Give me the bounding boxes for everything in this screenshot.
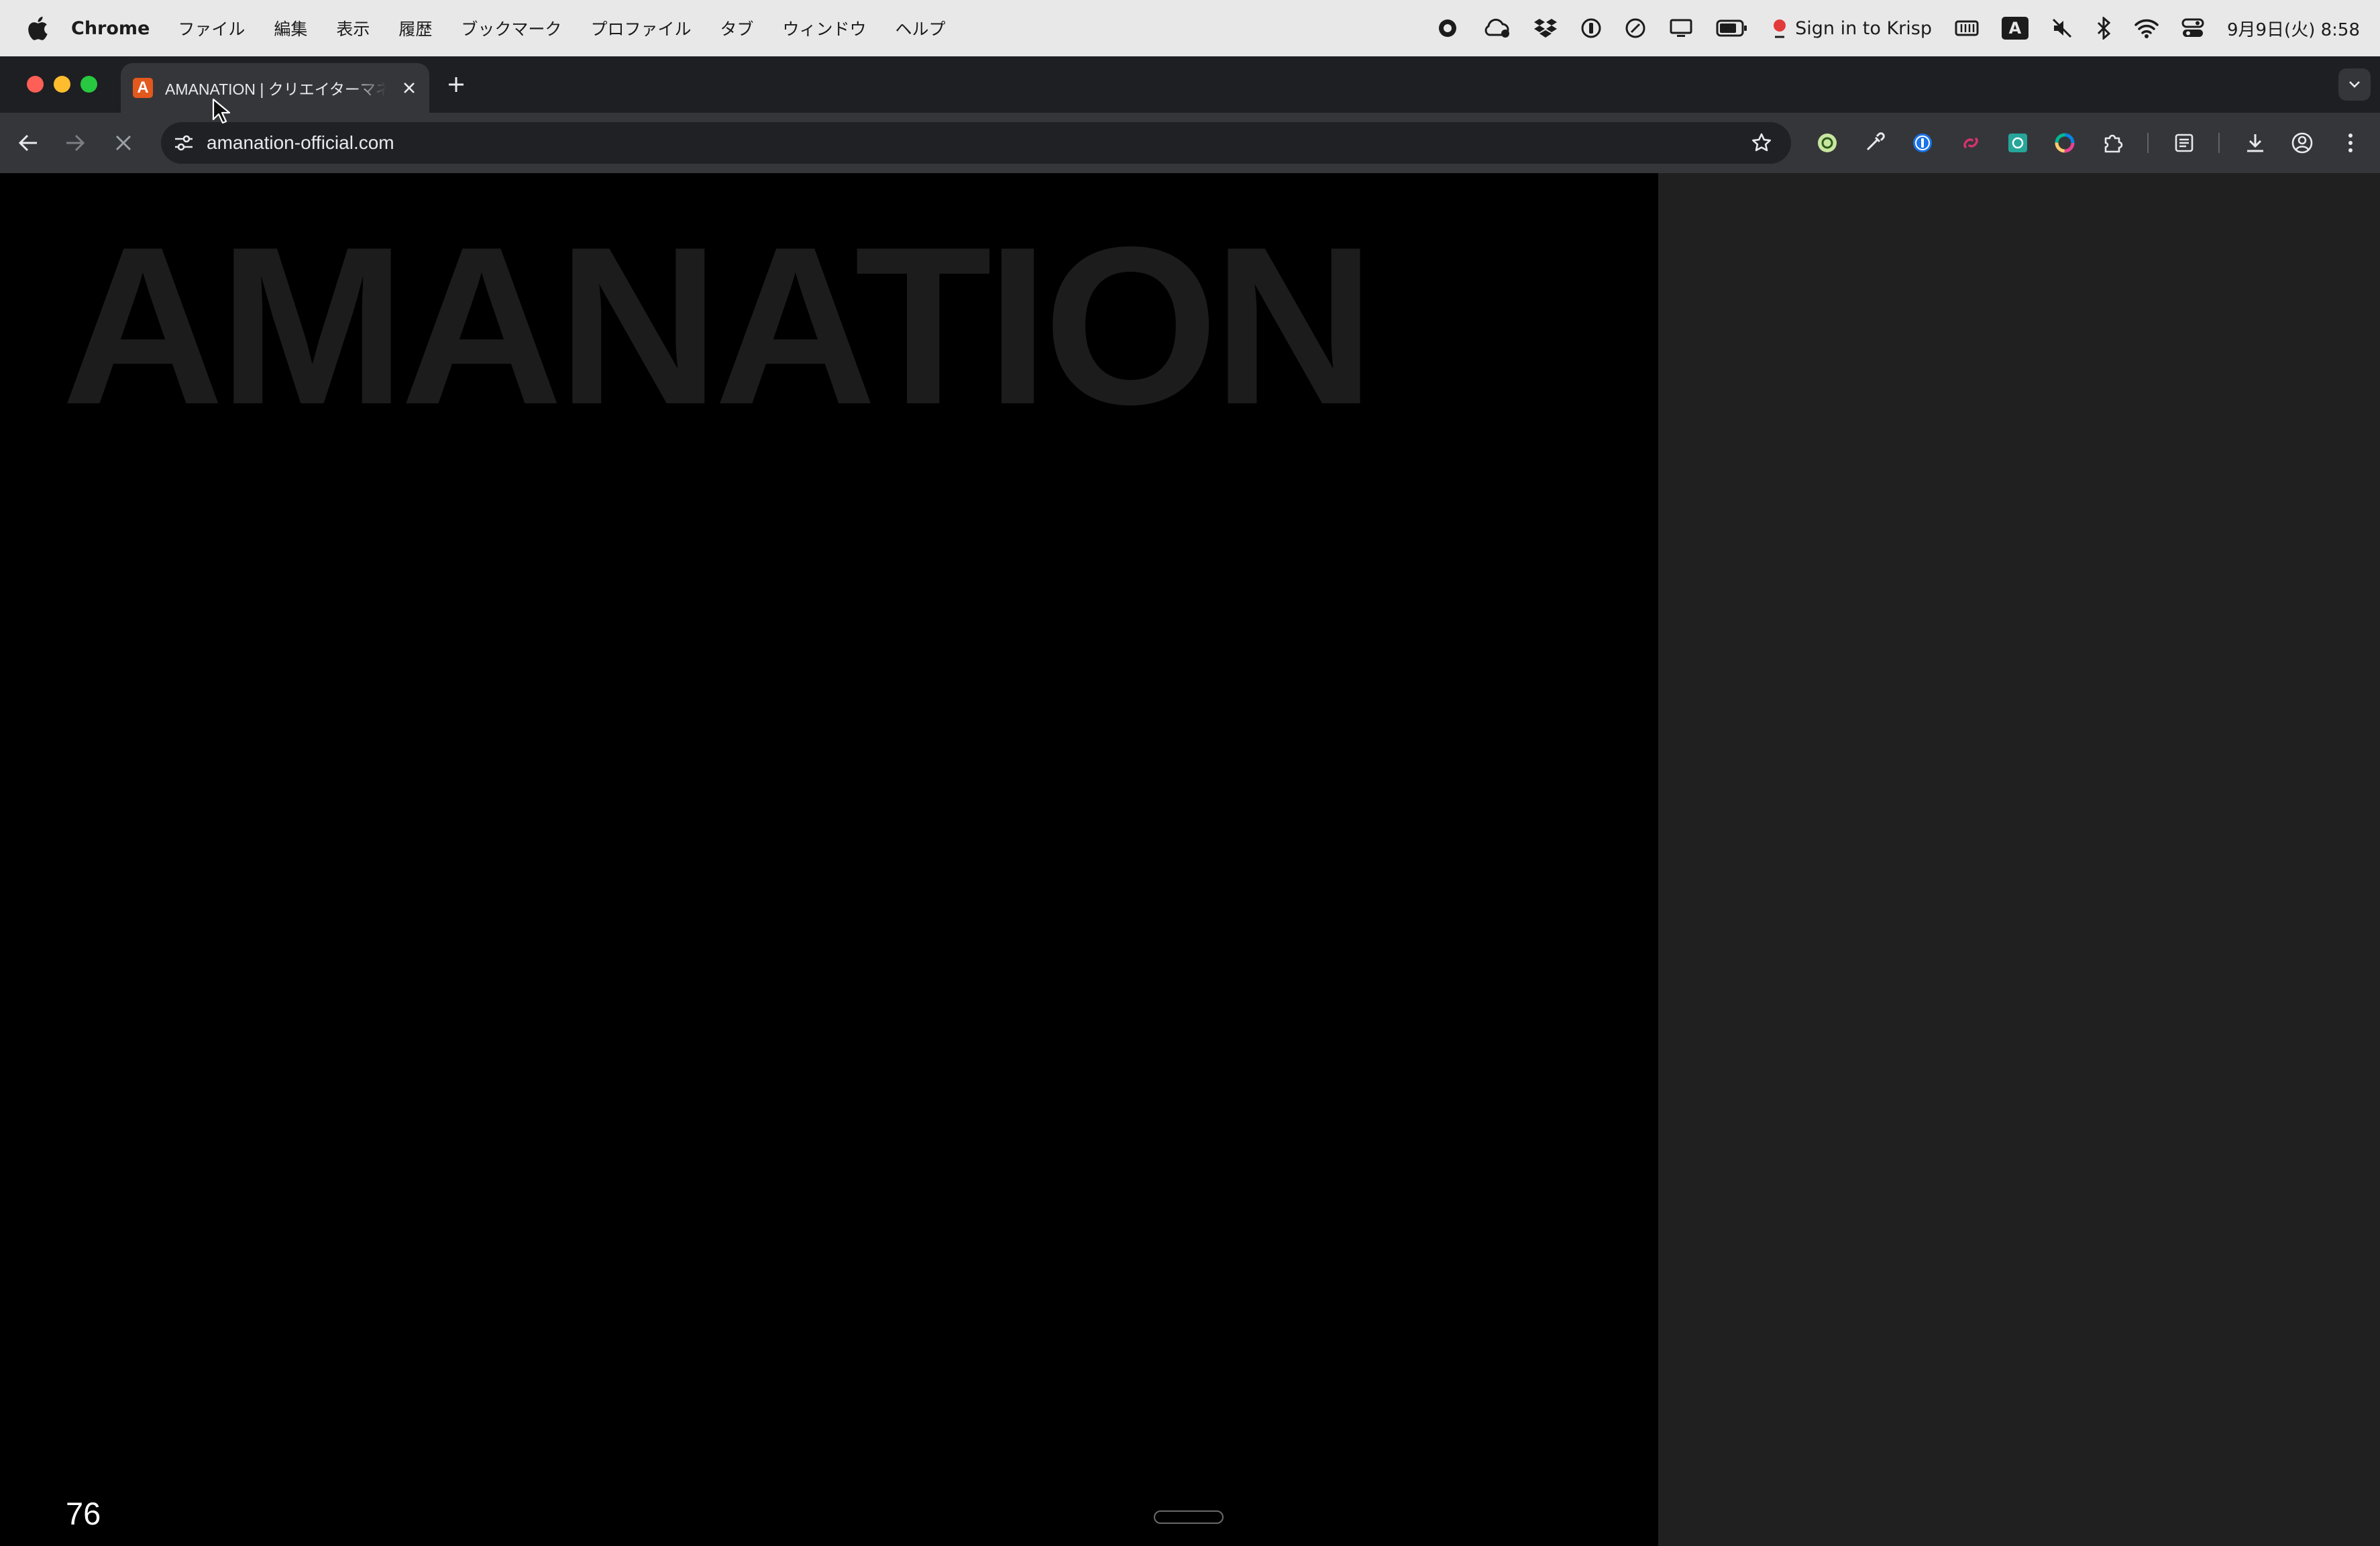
- menu-bar-clock[interactable]: 9月9日(火) 8:58: [2227, 0, 2360, 56]
- bluetooth-icon[interactable]: [2096, 0, 2112, 56]
- toolbar-divider: [2218, 133, 2220, 153]
- menu-tab[interactable]: タブ: [720, 16, 753, 40]
- menu-window[interactable]: ウィンドウ: [782, 16, 866, 40]
- menu-history[interactable]: 履歴: [398, 16, 432, 40]
- krisp-icon: [1774, 19, 1786, 38]
- tab-amanation[interactable]: A AMANATION | クリエイターマネジメント: [121, 63, 429, 113]
- menu-app-chrome[interactable]: Chrome: [71, 18, 150, 39]
- reading-list-icon[interactable]: [2172, 131, 2196, 155]
- chrome-window: A AMANATION | クリエイターマネジメント amanation-of: [0, 56, 2380, 1546]
- wifi-icon[interactable]: [2134, 0, 2159, 56]
- color-wheel-icon[interactable]: [2053, 131, 2077, 155]
- amanation-loading-screen: AMANATION 76: [0, 173, 1658, 1546]
- apple-menu-icon[interactable]: [24, 13, 50, 44]
- url-text: amanation-official.com: [207, 132, 394, 153]
- amanation-favicon-icon: A: [133, 78, 153, 98]
- krisp-status[interactable]: Sign in to Krisp: [1771, 0, 1932, 56]
- download-icon[interactable]: [2243, 131, 2267, 155]
- tab-close-icon[interactable]: [401, 80, 417, 96]
- 1password-extension-icon[interactable]: [1910, 131, 1935, 155]
- 1password-icon[interactable]: [1580, 0, 1602, 56]
- extension-green-circle-icon[interactable]: [1815, 131, 1839, 155]
- menu-help[interactable]: ヘルプ: [895, 16, 945, 40]
- chevron-down-icon: [2349, 81, 2360, 88]
- profile-avatar-icon[interactable]: [2290, 131, 2314, 155]
- extensions-puzzle-icon[interactable]: [2101, 131, 2125, 155]
- cloud-sync-icon[interactable]: [1481, 0, 1511, 56]
- hero-logo-text: AMANATION: [62, 200, 1375, 451]
- eyedropper-icon[interactable]: [1862, 131, 1886, 155]
- forward-button[interactable]: [63, 131, 87, 155]
- control-center-icon[interactable]: [2181, 0, 2204, 56]
- scroll-indicator: [1154, 1510, 1224, 1524]
- tab-search-button[interactable]: [2338, 68, 2371, 101]
- teal-extension-icon[interactable]: [2006, 131, 2030, 155]
- more-menu-icon[interactable]: [2338, 131, 2363, 155]
- battery-icon[interactable]: [1716, 0, 1748, 56]
- close-icon: [115, 135, 131, 151]
- toolbar-divider: [2147, 133, 2149, 153]
- loading-counter: 76: [66, 1496, 101, 1531]
- krisp-sign-in-label: Sign in to Krisp: [1795, 17, 1932, 39]
- stop-loading-button[interactable]: [111, 131, 136, 155]
- page-viewport: AMANATION 76: [0, 173, 2380, 1546]
- screen-record-icon[interactable]: [1437, 0, 1458, 56]
- input-source-icon[interactable]: A: [2001, 0, 2029, 56]
- moon-focus-icon[interactable]: [1625, 0, 1646, 56]
- tab-strip: A AMANATION | クリエイターマネジメント: [0, 56, 2380, 113]
- menu-profiles[interactable]: プロファイル: [590, 16, 691, 40]
- address-bar[interactable]: amanation-official.com: [161, 122, 1791, 164]
- new-tab-button[interactable]: [444, 72, 468, 97]
- display-icon[interactable]: [1669, 0, 1693, 56]
- close-window-button[interactable]: [27, 76, 44, 93]
- input-source-label: A: [2001, 17, 2029, 40]
- site-info-tune-icon[interactable]: [170, 130, 197, 156]
- menu-view[interactable]: 表示: [336, 16, 370, 40]
- tab-title: AMANATION | クリエイターマネジメント: [165, 81, 386, 98]
- arrow-right-icon: [66, 134, 85, 152]
- menu-bookmarks[interactable]: ブックマーク: [461, 16, 561, 40]
- link-extension-icon[interactable]: [1959, 131, 1983, 155]
- browser-toolbar: amanation-official.com: [0, 113, 2380, 173]
- dropbox-icon[interactable]: [1533, 0, 1558, 56]
- bookmark-star-icon[interactable]: [1749, 131, 1774, 155]
- menu-edit[interactable]: 編集: [274, 16, 307, 40]
- menu-file[interactable]: ファイル: [178, 16, 245, 40]
- side-panel-blank: [1658, 173, 2380, 1546]
- menu-bar-status-area: Sign in to Krisp A 9月9日(火) 8:58: [1414, 0, 2360, 56]
- mouse-cursor-icon: [212, 98, 231, 124]
- minimize-window-button[interactable]: [54, 76, 70, 93]
- arrow-left-icon: [18, 134, 37, 152]
- memory-icon[interactable]: [1955, 0, 1979, 56]
- macos-menu-bar: Chrome ファイル 編集 表示 履歴 ブックマーク プロファイル タブ ウィ…: [0, 0, 2380, 56]
- zoom-window-button[interactable]: [80, 76, 97, 93]
- volume-muted-icon[interactable]: [2051, 0, 2073, 56]
- back-button[interactable]: [16, 131, 40, 155]
